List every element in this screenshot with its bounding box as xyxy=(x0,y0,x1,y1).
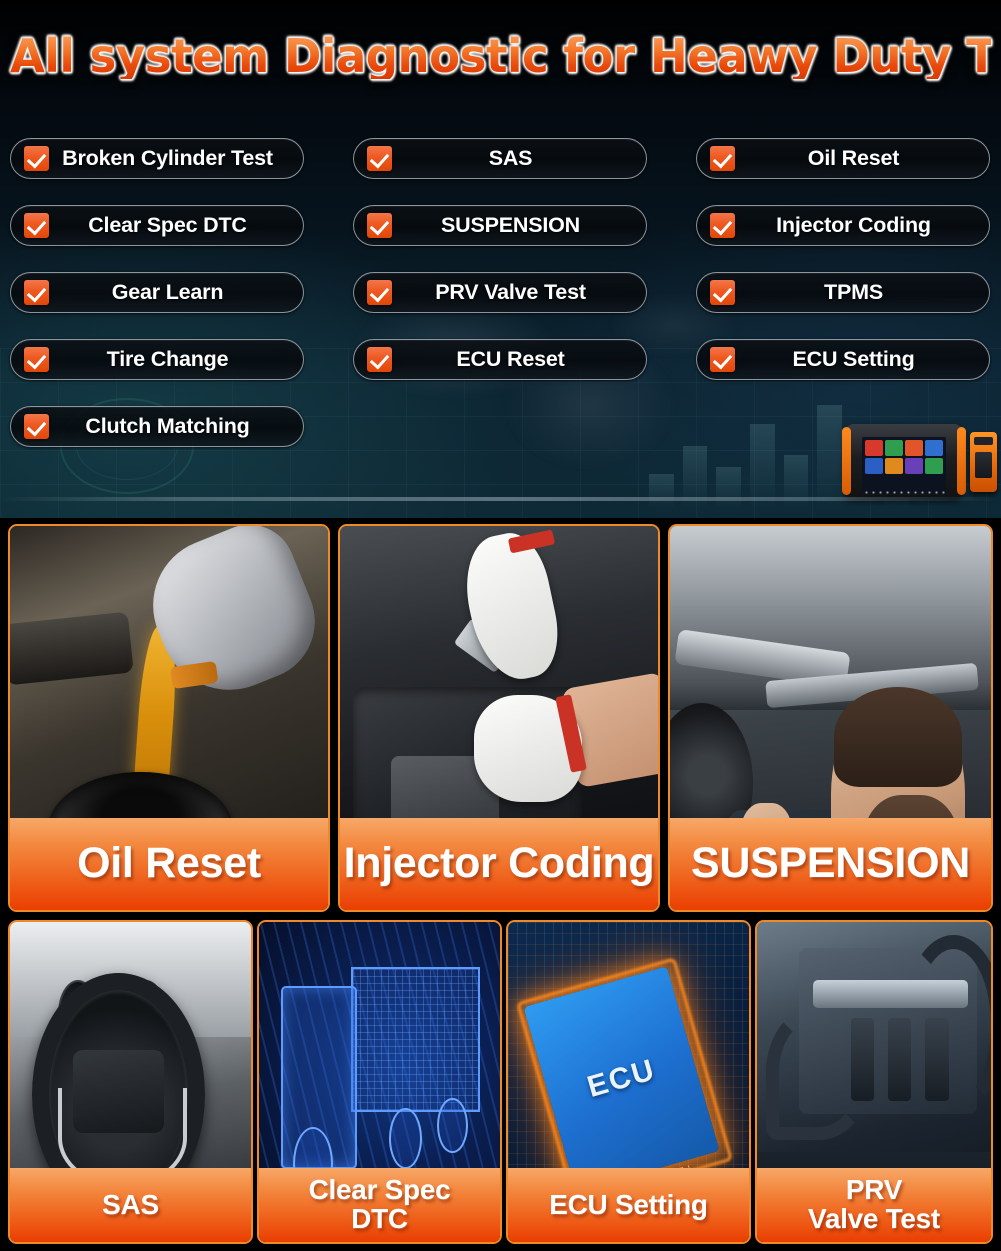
tablet-app-grid xyxy=(865,440,943,475)
truck-trailer-wireframe xyxy=(350,966,480,1112)
feature-tile-oil-reset[interactable]: Oil Reset xyxy=(8,524,330,912)
feature-tile-prv-valve-test[interactable]: PRV Valve Test xyxy=(755,920,993,1244)
tablet-body xyxy=(845,424,963,498)
checkbox-checked-icon[interactable] xyxy=(24,146,49,171)
truck-wheel-3 xyxy=(437,1098,468,1154)
tile-caption-text: Injector Coding xyxy=(343,839,655,888)
feature-pill-clear-spec-dtc[interactable]: Clear Spec DTC xyxy=(10,205,304,246)
app-icon-5 xyxy=(865,458,883,475)
feature-label: Clear Spec DTC xyxy=(88,213,247,237)
tile-caption-text: ECU Setting xyxy=(549,1188,708,1220)
tablet-navigation-dots xyxy=(863,490,945,495)
tile-caption-bar: SAS xyxy=(10,1168,251,1242)
feature-pill-ecu-setting[interactable]: ECU Setting xyxy=(696,339,990,380)
page-title: All system Diagnostic for Heawy Duty Tru… xyxy=(10,29,1001,83)
feature-label: Gear Learn xyxy=(111,280,224,304)
checkbox-checked-icon[interactable] xyxy=(24,280,49,305)
feature-label: SAS xyxy=(488,146,533,170)
tile-caption-text: SAS xyxy=(102,1188,159,1220)
feature-label: Injector Coding xyxy=(776,213,931,237)
checkbox-checked-icon[interactable] xyxy=(710,146,735,171)
app-icon-8 xyxy=(925,458,943,475)
intake-hose-left-shape xyxy=(766,1005,872,1140)
app-icon-2 xyxy=(885,440,903,456)
truck-wheel-2 xyxy=(389,1107,423,1170)
tile-caption-text: Clear Spec DTC xyxy=(308,1174,451,1234)
feature-label: Broken Cylinder Test xyxy=(62,146,273,170)
feature-pill-suspension[interactable]: SUSPENSION xyxy=(353,205,647,246)
feature-tile-injector-coding[interactable]: Injector Coding xyxy=(338,524,660,912)
checkbox-checked-icon[interactable] xyxy=(24,213,49,238)
feature-pill-injector-coding[interactable]: Injector Coding xyxy=(696,205,990,246)
feature-pill-oil-reset[interactable]: Oil Reset xyxy=(696,138,990,179)
feature-pill-gear-learn[interactable]: Gear Learn xyxy=(10,272,304,313)
checkbox-checked-icon[interactable] xyxy=(367,146,392,171)
feature-pill-clutch-matching[interactable]: Clutch Matching xyxy=(10,406,304,447)
feature-pill-ecu-reset[interactable]: ECU Reset xyxy=(353,339,647,380)
tile-caption-text: SUSPENSION xyxy=(691,839,970,888)
hero-banner: All system Diagnostic for Heawy Duty Tru… xyxy=(0,0,1001,518)
app-icon-4 xyxy=(925,440,943,456)
feature-label: ECU Reset xyxy=(456,347,565,371)
engine-hose-shape xyxy=(10,611,134,687)
feature-pill-tpms[interactable]: TPMS xyxy=(696,272,990,313)
feature-label: PRV Valve Test xyxy=(435,280,586,304)
feature-tile-clear-spec-dtc[interactable]: Clear Spec DTC xyxy=(257,920,502,1244)
checkbox-checked-icon[interactable] xyxy=(367,213,392,238)
checkbox-checked-icon[interactable] xyxy=(710,213,735,238)
tablet-grip-left xyxy=(842,427,851,495)
feature-label: Tire Change xyxy=(106,347,229,371)
checkbox-checked-icon[interactable] xyxy=(367,280,392,305)
tile-caption-bar: Clear Spec DTC xyxy=(259,1168,500,1242)
feature-label: ECU Setting xyxy=(792,347,915,371)
tile-caption-bar: PRV Valve Test xyxy=(757,1168,991,1242)
obd-connector-dongle xyxy=(970,432,997,492)
feature-tile-sas[interactable]: SAS xyxy=(8,920,253,1244)
checkbox-checked-icon[interactable] xyxy=(710,347,735,372)
checkbox-checked-icon[interactable] xyxy=(24,414,49,439)
app-icon-3 xyxy=(905,440,923,456)
app-icon-6 xyxy=(885,458,903,475)
tile-caption-text: PRV Valve Test xyxy=(808,1174,940,1234)
tablet-screen xyxy=(862,437,946,493)
tile-caption-bar: ECU Setting xyxy=(508,1168,749,1242)
feature-label: SUSPENSION xyxy=(441,213,580,237)
app-icon-1 xyxy=(865,440,883,456)
hero-shelf-divider xyxy=(0,497,1001,501)
feature-pill-broken-cylinder-test[interactable]: Broken Cylinder Test xyxy=(10,138,304,179)
feature-tile-suspension[interactable]: SUSPENSION xyxy=(668,524,993,912)
feature-pill-tire-change[interactable]: Tire Change xyxy=(10,339,304,380)
feature-tile-ecu-setting[interactable]: ECU ECU Setting xyxy=(506,920,751,1244)
feature-pill-prv-valve-test[interactable]: PRV Valve Test xyxy=(353,272,647,313)
checkbox-checked-icon[interactable] xyxy=(367,347,392,372)
app-icon-7 xyxy=(905,458,923,475)
feature-pill-sas[interactable]: SAS xyxy=(353,138,647,179)
tablet-grip-right xyxy=(957,427,966,495)
tile-caption-bar: Injector Coding xyxy=(340,818,658,910)
checkbox-checked-icon[interactable] xyxy=(24,347,49,372)
diagnostic-tablet-device xyxy=(842,418,997,506)
tile-caption-bar: Oil Reset xyxy=(10,818,328,910)
mechanic-hair-shape xyxy=(833,687,963,788)
feature-label: Clutch Matching xyxy=(85,414,250,438)
feature-label: Oil Reset xyxy=(807,146,900,170)
tile-caption-text: Oil Reset xyxy=(77,839,261,888)
tile-caption-bar: SUSPENSION xyxy=(670,818,991,910)
feature-checklist: Broken Cylinder Test Clear Spec DTC Gear… xyxy=(0,138,1001,458)
checkbox-checked-icon[interactable] xyxy=(710,280,735,305)
feature-label: TPMS xyxy=(824,280,883,304)
